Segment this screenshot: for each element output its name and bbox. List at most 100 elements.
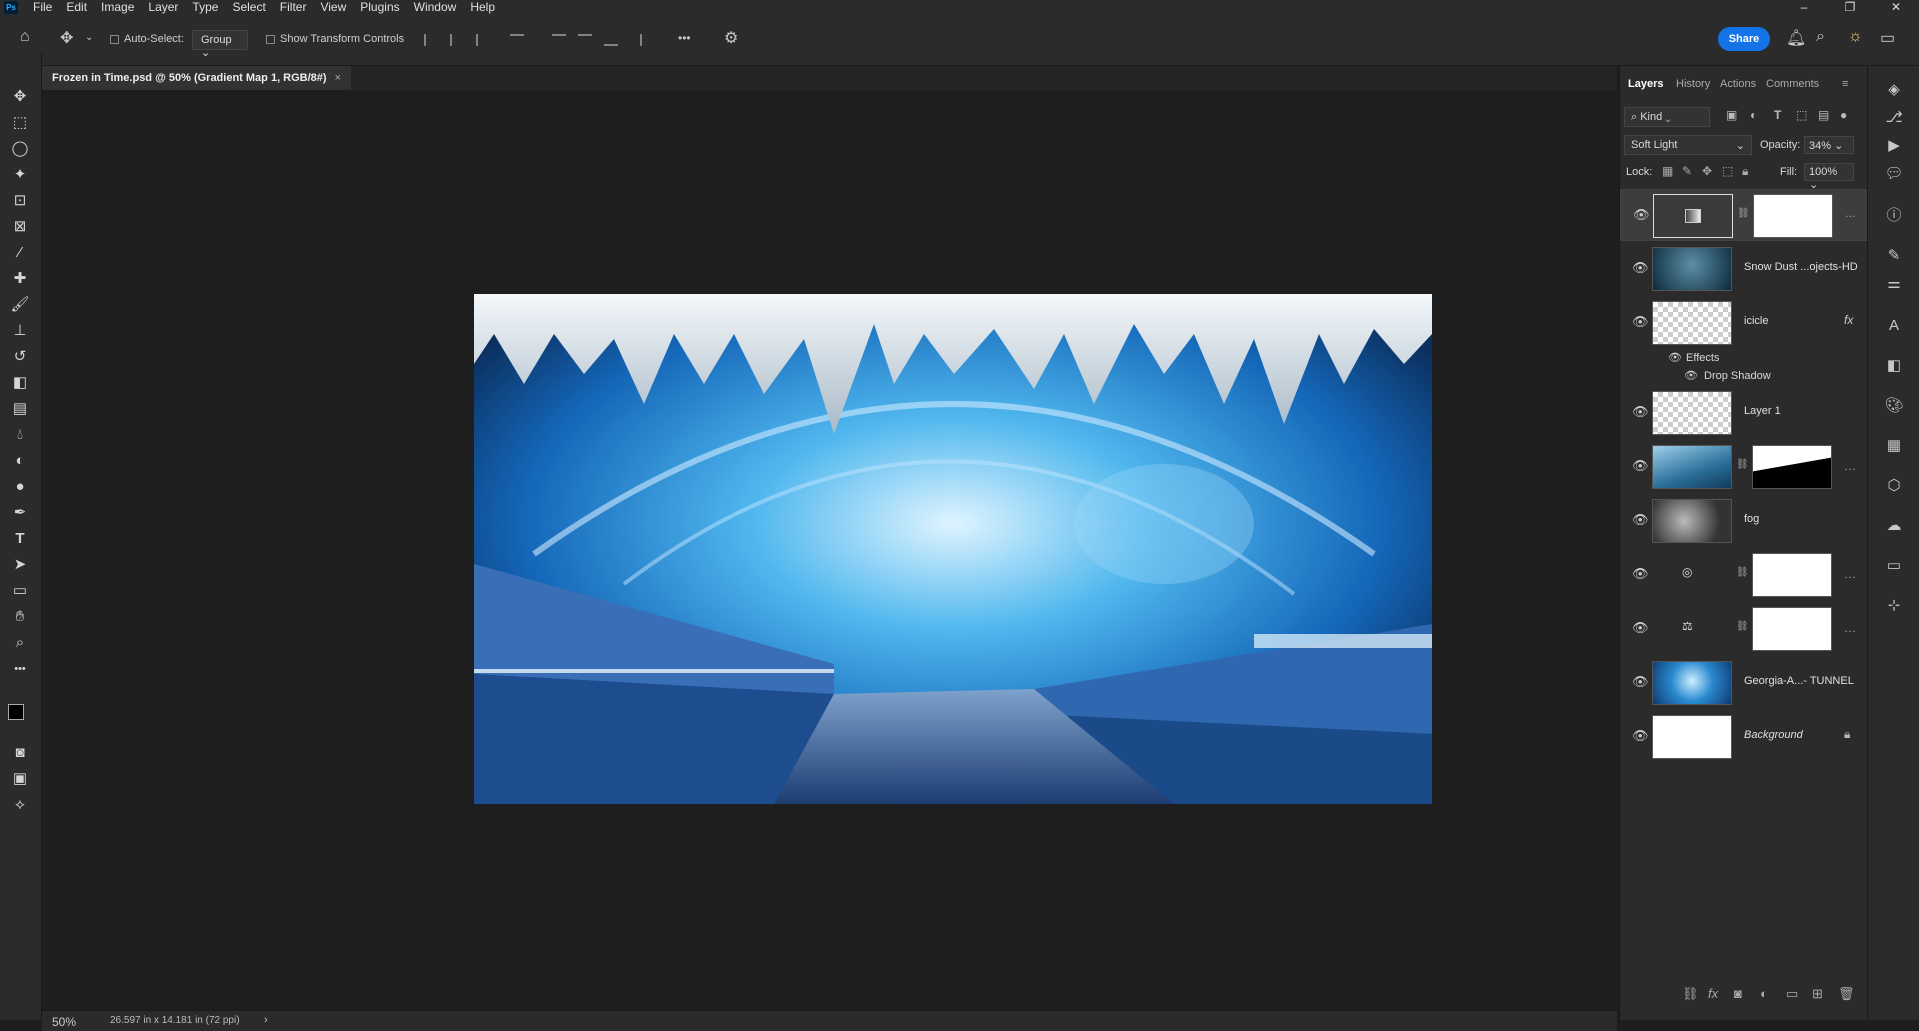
home-icon[interactable]: ⌂: [20, 28, 30, 46]
filter-toggle-icon[interactable]: ●: [1840, 108, 1847, 122]
show-transform-controls-checkbox[interactable]: Show Transform Controls: [266, 33, 404, 45]
lock-all-icon[interactable]: 🔒︎: [1742, 164, 1748, 179]
align-left-icon[interactable]: [424, 34, 436, 46]
layer-mask-thumbnail[interactable]: [1752, 445, 1832, 489]
move-tool-icon[interactable]: ✥: [9, 86, 31, 108]
layer-water-masked[interactable]: 👁︎ ⛓ …: [1620, 441, 1868, 493]
drop-shadow-row[interactable]: 👁︎ Drop Shadow: [1620, 367, 1868, 385]
color-icon[interactable]: 🎨︎: [1884, 396, 1904, 416]
lock-pixels-icon[interactable]: ✎: [1682, 164, 1692, 178]
fx-icon[interactable]: fx: [1708, 986, 1718, 1001]
align-bottom-icon[interactable]: [604, 34, 618, 46]
brush-settings-icon[interactable]: ✎: [1884, 246, 1904, 266]
info-icon[interactable]: ⓘ: [1884, 206, 1904, 226]
character-icon[interactable]: A: [1884, 316, 1904, 336]
minimize-button[interactable]: –: [1781, 0, 1827, 14]
zoom-level[interactable]: 50%: [52, 1015, 76, 1029]
navigator-icon[interactable]: ⊹: [1884, 596, 1904, 616]
channels-icon[interactable]: ⎇: [1884, 108, 1904, 128]
zoom-tool-icon[interactable]: ⌕: [9, 632, 31, 654]
menu-help[interactable]: Help: [463, 0, 502, 14]
eye-icon[interactable]: 👁︎: [1633, 207, 1650, 223]
new-group-icon[interactable]: ▭: [1786, 986, 1798, 1002]
foreground-color-swatch[interactable]: [8, 704, 24, 720]
layer-gradient-map[interactable]: 👁︎ ⛓ …: [1620, 189, 1868, 241]
screen-mode-icon[interactable]: ▣: [9, 768, 31, 790]
filter-kind-dropdown[interactable]: ⌕ Kind ⌄: [1624, 107, 1710, 127]
gear-icon[interactable]: ⚙: [724, 28, 738, 48]
menu-filter[interactable]: Filter: [273, 0, 314, 14]
layer-color-balance-adjustment[interactable]: 👁︎ ⚖ ⛓ …: [1620, 603, 1868, 655]
search-icon[interactable]: ⌕: [1816, 28, 1825, 46]
layer-icicle[interactable]: 👁︎ icicle fx: [1620, 297, 1868, 349]
document-canvas-image[interactable]: [474, 294, 1432, 804]
layer-more-icon[interactable]: …: [1844, 459, 1856, 473]
eraser-tool-icon[interactable]: ◧: [9, 372, 31, 394]
filter-smart-object-icon[interactable]: ▤: [1818, 108, 1829, 122]
rectangle-tool-icon[interactable]: ▭: [9, 580, 31, 602]
magic-wand-tool-icon[interactable]: ✦: [9, 164, 31, 186]
history-brush-tool-icon[interactable]: ↺: [9, 346, 31, 368]
eye-icon[interactable]: 👁︎: [1632, 728, 1649, 744]
filter-adjustment-icon[interactable]: ◐: [1750, 108, 1757, 122]
adjustments-icon[interactable]: ⚌: [1884, 274, 1904, 294]
layer-georgia-tunnel[interactable]: 👁︎ Georgia-A...- TUNNEL: [1620, 657, 1868, 709]
lightbulb-icon[interactable]: ☼: [1848, 28, 1863, 46]
restore-button[interactable]: ❐: [1827, 0, 1873, 14]
link-icon[interactable]: ⛓: [1736, 621, 1749, 632]
layer-layer-1[interactable]: 👁︎ Layer 1: [1620, 387, 1868, 439]
fill-field[interactable]: 100% ⌄: [1804, 163, 1854, 191]
menu-type[interactable]: Type: [185, 0, 225, 14]
eye-icon[interactable]: 👁︎: [1684, 369, 1698, 382]
layer-background[interactable]: 👁︎ Background 🔒︎: [1620, 711, 1868, 763]
generative-fill-icon[interactable]: ⟡: [9, 794, 31, 816]
eye-icon[interactable]: 👁︎: [1632, 566, 1649, 582]
layer-mask-thumbnail[interactable]: [1752, 553, 1832, 597]
brush-tool-icon[interactable]: 🖌︎: [9, 294, 31, 316]
healing-brush-tool-icon[interactable]: ✚: [9, 268, 31, 290]
align-right-icon[interactable]: [476, 34, 488, 46]
burn-tool-icon[interactable]: ●: [9, 476, 31, 498]
fx-badge[interactable]: fx: [1844, 313, 1853, 327]
eye-icon[interactable]: 👁︎: [1632, 260, 1649, 276]
properties-icon[interactable]: ◧: [1884, 356, 1904, 376]
lock-artboard-icon[interactable]: ⬚: [1722, 164, 1733, 178]
gradients-icon[interactable]: ▭: [1884, 556, 1904, 576]
edit-toolbar-icon[interactable]: •••: [9, 658, 31, 680]
effects-row[interactable]: 👁︎ Effects: [1620, 349, 1868, 367]
link-layers-icon[interactable]: ⛓: [1682, 986, 1699, 1002]
document-tab[interactable]: Frozen in Time.psd @ 50% (Gradient Map 1…: [42, 66, 352, 90]
link-icon[interactable]: ⛓: [1737, 208, 1750, 219]
layers-icon[interactable]: ◈: [1884, 80, 1904, 100]
hand-tool-icon[interactable]: ✋︎: [9, 606, 31, 628]
frame-tool-icon[interactable]: ⊠: [9, 216, 31, 238]
align-center-icon[interactable]: [450, 34, 462, 46]
filter-type-icon[interactable]: T: [1774, 108, 1781, 122]
bell-icon[interactable]: 🔔︎: [1786, 28, 1806, 48]
lock-icon[interactable]: 🔒︎: [1844, 727, 1850, 742]
eye-icon[interactable]: 👁︎: [1632, 512, 1649, 528]
layer-fog[interactable]: 👁︎ fog: [1620, 495, 1868, 547]
quick-mask-icon[interactable]: ◙: [9, 742, 31, 764]
menu-plugins[interactable]: Plugins: [353, 0, 406, 14]
align-top-icon[interactable]: [552, 34, 566, 46]
menu-image[interactable]: Image: [94, 0, 141, 14]
move-tool-preset-icon[interactable]: ✥: [60, 28, 73, 48]
menu-select[interactable]: Select: [225, 0, 272, 14]
menu-edit[interactable]: Edit: [59, 0, 94, 14]
path-selection-tool-icon[interactable]: ➤: [9, 554, 31, 576]
swatches-icon[interactable]: ▦: [1884, 436, 1904, 456]
menu-layer[interactable]: Layer: [141, 0, 185, 14]
distribute-icon[interactable]: [510, 34, 524, 46]
share-button[interactable]: Share: [1718, 27, 1770, 51]
comment-icon[interactable]: 💬︎: [1884, 164, 1904, 184]
add-mask-icon[interactable]: ◙: [1734, 986, 1742, 1001]
eye-icon[interactable]: 👁︎: [1632, 314, 1649, 330]
menu-window[interactable]: Window: [407, 0, 464, 14]
new-layer-icon[interactable]: ⊞: [1812, 986, 1823, 1002]
panel-menu-icon[interactable]: ≡: [1842, 78, 1848, 90]
type-tool-icon[interactable]: T: [9, 528, 31, 550]
workspace-icon[interactable]: ▭: [1880, 28, 1895, 48]
menu-file[interactable]: File: [26, 0, 59, 14]
eye-icon[interactable]: 👁︎: [1632, 458, 1649, 474]
